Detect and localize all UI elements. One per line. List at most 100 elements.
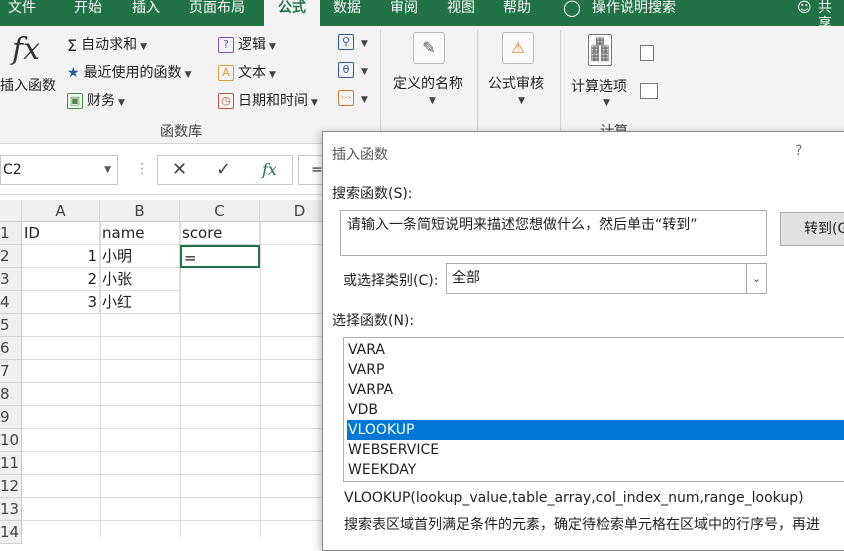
cell-c2-active[interactable]: = [180, 245, 260, 268]
insert-function-dialog: 插入函数 ? 搜索函数(S): 请输入一条简短说明来描述您想做什么，然后单击“转… [322, 131, 844, 551]
question-book-icon: ? [218, 37, 234, 53]
help-button[interactable]: ? [795, 143, 802, 159]
cancel-icon[interactable]: ✕ [172, 159, 187, 180]
calculate-sheet-icon[interactable] [640, 83, 658, 99]
select-all-corner[interactable] [0, 200, 22, 222]
dialog-title: 插入函数 [332, 147, 388, 163]
row-header[interactable]: 14 [0, 521, 22, 544]
fx-icon[interactable]: fx [262, 160, 277, 179]
search-function-input[interactable]: 请输入一条简短说明来描述您想做什么，然后单击“转到” [340, 210, 767, 256]
grid-line [260, 222, 261, 537]
tab-view[interactable]: 视图 [447, 0, 475, 26]
chevron-down-icon[interactable]: ▼ [104, 156, 111, 184]
grid-line [22, 428, 322, 429]
tab-formulas[interactable]: 公式 [264, 0, 320, 26]
divider [477, 30, 478, 138]
function-list-item[interactable]: VDB [347, 400, 844, 420]
row-header[interactable]: 9 [0, 406, 22, 429]
function-list-item-selected[interactable]: VLOOKUP [347, 420, 844, 440]
grid-line [22, 497, 322, 498]
text-button[interactable]: A 文本 ▼ [218, 62, 276, 82]
cell-b1[interactable]: name [100, 222, 180, 245]
category-select[interactable]: 全部 ⌄ [446, 263, 767, 294]
chevron-down-icon: ▼ [518, 96, 525, 106]
cell-b2[interactable]: 小明 [100, 245, 180, 268]
row-header[interactable]: 7 [0, 360, 22, 383]
function-list-item[interactable]: WEEKDAY [347, 460, 844, 480]
financial-button[interactable]: ▣ 财务 ▼ [67, 90, 125, 110]
tab-file[interactable]: 文件 [8, 0, 36, 26]
logical-button[interactable]: ? 逻辑 ▼ [218, 34, 276, 54]
row-header[interactable]: 10 [0, 429, 22, 452]
ribbon-tab-bar: 文件 开始 插入 页面布局 公式 数据 审阅 视图 帮助 ◯ 操作说明搜索 ☺ … [0, 0, 844, 32]
formula-auditing-button[interactable]: 公式审核 [488, 73, 544, 93]
tab-page-layout[interactable]: 页面布局 [189, 0, 245, 26]
cell-a1[interactable]: ID [22, 222, 100, 245]
tell-me-search[interactable]: 操作说明搜索 [592, 0, 676, 26]
chevron-down-icon: ▼ [184, 70, 192, 80]
tab-data[interactable]: 数据 [333, 0, 361, 26]
defined-names-button[interactable]: 定义的名称 [393, 73, 463, 93]
cell-b4[interactable]: 小红 [100, 291, 180, 314]
row-header[interactable]: 6 [0, 337, 22, 360]
share-button[interactable]: 共享 [818, 0, 844, 32]
tab-help[interactable]: 帮助 [503, 0, 531, 26]
lookup-reference-button[interactable]: ⚲ ▼ [338, 34, 368, 50]
chevron-down-icon[interactable]: ⌄ [746, 264, 766, 293]
name-box[interactable]: C2 ▼ [0, 155, 118, 185]
grip-dots-icon: ⋮ [135, 161, 149, 177]
recent-functions-button[interactable]: ★ 最近使用的函数 ▼ [67, 62, 191, 82]
column-header-c[interactable]: C [180, 200, 260, 222]
chevron-down-icon: ▼ [361, 67, 368, 77]
tab-insert[interactable]: 插入 [132, 0, 160, 26]
tab-home[interactable]: 开始 [74, 0, 102, 26]
cell-a2[interactable]: 1 [22, 245, 100, 268]
more-functions-button[interactable]: ··· ▼ [338, 90, 368, 106]
chevron-down-icon: ▼ [269, 70, 276, 80]
function-list-item[interactable]: VARP [347, 360, 844, 380]
tab-review[interactable]: 审阅 [390, 0, 418, 26]
function-list-item[interactable]: VARPA [347, 380, 844, 400]
calculate-now-icon[interactable] [640, 45, 654, 61]
grid-line [180, 222, 181, 537]
function-signature: VLOOKUP(lookup_value,table_array,col_ind… [344, 490, 804, 506]
column-header-b[interactable]: B [100, 200, 180, 222]
go-button[interactable]: 转到(G [780, 212, 844, 246]
text-a-icon: A [218, 65, 234, 81]
grid-line [22, 451, 322, 452]
insert-function-button[interactable]: 插入函数 [0, 75, 56, 95]
row-header[interactable]: 12 [0, 475, 22, 498]
enter-check-icon[interactable]: ✓ [216, 159, 231, 180]
row-header[interactable]: 5 [0, 314, 22, 337]
calculation-options-button[interactable]: 计算选项 [571, 76, 627, 96]
function-list-item[interactable]: VARA [347, 340, 844, 360]
row-header[interactable]: 4 [0, 291, 22, 314]
math-trig-button[interactable]: θ ▼ [338, 62, 368, 78]
row-header[interactable]: 2 [0, 245, 22, 268]
cell-a4[interactable]: 3 [22, 291, 100, 314]
chevron-down-icon: ▼ [361, 39, 368, 49]
chevron-down-icon: ▼ [269, 42, 276, 52]
row-header[interactable]: 3 [0, 268, 22, 291]
row-header[interactable]: 1 [0, 222, 22, 245]
grid-line [22, 520, 322, 521]
function-library-group-label: 函数库 [160, 124, 202, 140]
column-header-a[interactable]: A [22, 200, 100, 222]
chevron-down-icon: ▼ [361, 95, 368, 105]
chevron-down-icon: ▼ [118, 98, 125, 108]
row-header[interactable]: 11 [0, 452, 22, 475]
row-header[interactable]: 13 [0, 498, 22, 521]
function-list-item[interactable]: WEBSERVICE [347, 440, 844, 460]
row-header[interactable]: 8 [0, 383, 22, 406]
ribbon-formulas: fx 插入函数 Σ 自动求和 ▼ ★ 最近使用的函数 ▼ ▣ 财务 ▼ ? 逻辑 ▼ A 文本 ▼ … [0, 26, 844, 144]
calculator-icon: ▦ ▦▦ ▦▦ [588, 34, 612, 66]
chevron-down-icon: ▼ [140, 42, 148, 52]
cell-c1[interactable]: score [180, 222, 260, 245]
grid-line [22, 382, 322, 383]
autosum-button[interactable]: Σ 自动求和 ▼ [67, 34, 147, 55]
cell-a3[interactable]: 2 [22, 268, 100, 291]
search-function-label: 搜索函数(S): [332, 186, 413, 202]
grid-line [22, 474, 322, 475]
cell-b3[interactable]: 小张 [100, 268, 180, 291]
date-time-button[interactable]: ◷ 日期和时间 ▼ [218, 90, 318, 110]
